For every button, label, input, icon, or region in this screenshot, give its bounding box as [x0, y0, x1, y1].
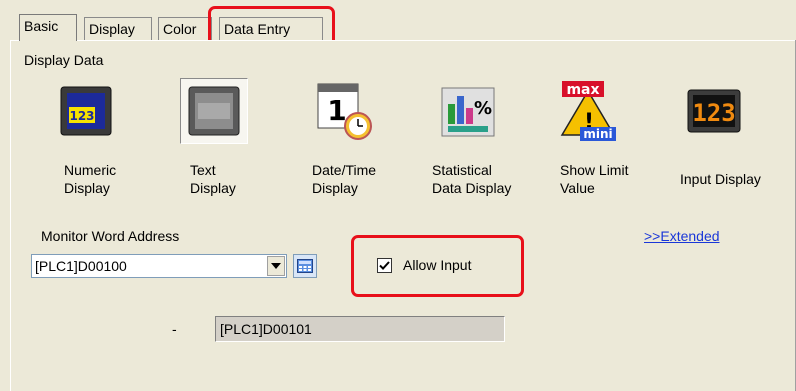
tab-display[interactable]: Display: [84, 17, 152, 41]
show-limit-value-label: Show Limit Value: [560, 162, 629, 196]
allow-input-checkbox[interactable]: [377, 258, 392, 273]
statistical-data-display-icon: %: [441, 87, 495, 137]
input-icon-text: 123: [692, 99, 735, 127]
numeric-display-icon: 123: [60, 86, 112, 136]
text-display-icon: [188, 86, 240, 136]
chevron-down-icon: [271, 263, 281, 269]
input-display-button[interactable]: 123: [680, 78, 748, 144]
numeric-display-label: Numeric Display: [64, 162, 117, 196]
checkmark-icon: [379, 261, 390, 270]
tab-color[interactable]: Color: [158, 17, 212, 41]
tab-data-entry[interactable]: Data Entry: [219, 17, 323, 41]
statistical-data-display-button[interactable]: %: [434, 78, 502, 144]
mini-icon-text: mini: [583, 127, 612, 141]
input-display-icon: 123: [687, 89, 741, 133]
input-display-label: Input Display: [680, 171, 761, 187]
max-icon-text: max: [566, 82, 599, 98]
display-data-label: Display Data: [24, 52, 104, 68]
extended-link[interactable]: >>Extended: [644, 228, 720, 244]
numeric-display-button[interactable]: 123: [52, 78, 120, 144]
monitor-word-address-value: [PLC1]D00100: [35, 258, 127, 274]
text-display-button[interactable]: [180, 78, 248, 144]
statistical-data-display-label: Statistical Data Display: [432, 162, 512, 196]
monitor-word-address-label: Monitor Word Address: [41, 228, 180, 244]
monitor-word-address-combo[interactable]: [PLC1]D00100: [31, 254, 287, 278]
show-limit-value-button[interactable]: ! max mini: [554, 78, 622, 144]
text-display-label: Text Display: [190, 162, 236, 196]
address-input-keypad-button[interactable]: [293, 254, 317, 278]
keypad-icon: [297, 259, 313, 273]
input-address-field: [PLC1]D00101: [215, 316, 505, 342]
stats-icon-text: %: [474, 98, 492, 119]
show-limit-value-icon: ! max mini: [560, 81, 616, 141]
dash-label: -: [172, 321, 177, 337]
tab-basic[interactable]: Basic: [19, 14, 77, 41]
date-time-display-button[interactable]: 1: [310, 78, 378, 144]
numeric-icon-text: 123: [69, 109, 94, 123]
date-icon-text: 1: [327, 94, 346, 127]
allow-input-label: Allow Input: [403, 257, 472, 273]
date-time-display-icon: 1: [317, 83, 372, 140]
date-time-display-label: Date/Time Display: [312, 162, 377, 196]
combo-dropdown-button[interactable]: [267, 256, 285, 276]
